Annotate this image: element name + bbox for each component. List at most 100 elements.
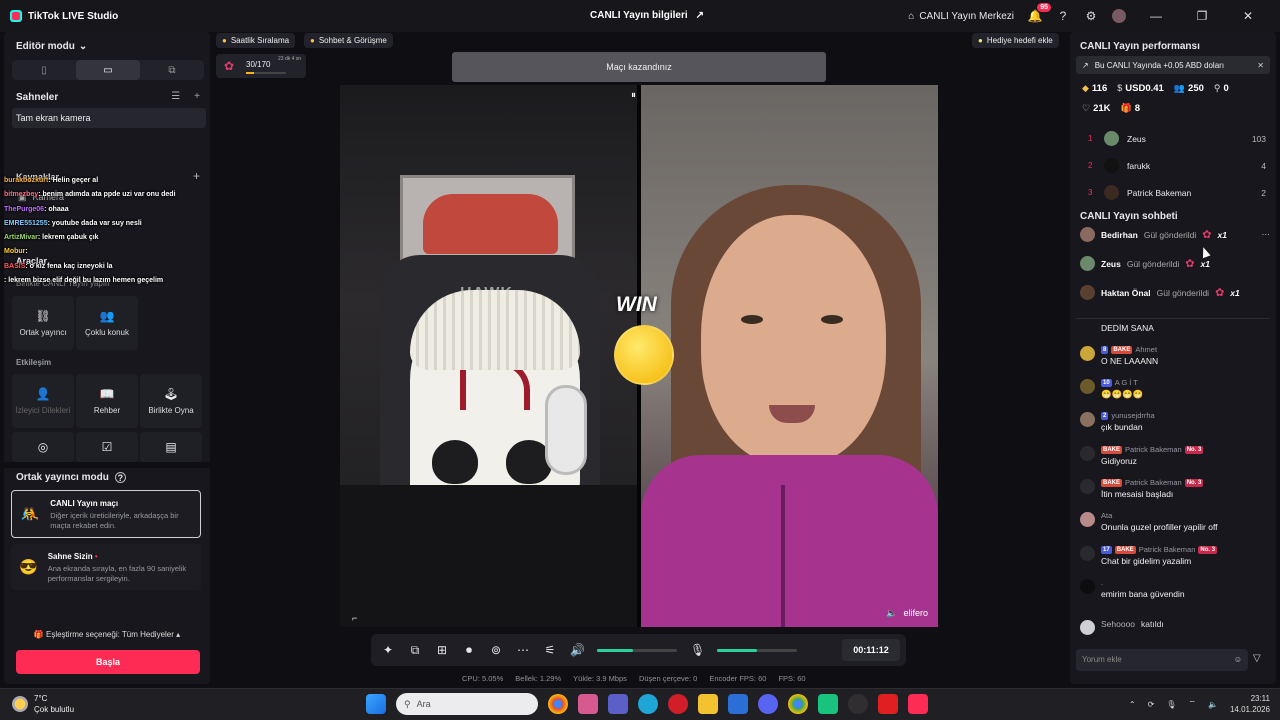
list-icon[interactable]: ☰	[171, 91, 180, 102]
earnings-banner: ↗ Bu CANLI Yayında +0.05 ABD doları ✕	[1076, 56, 1270, 74]
volume-icon[interactable]: 🔊	[570, 643, 585, 657]
network-icon[interactable]: ⌔	[1188, 699, 1196, 709]
gear-icon[interactable]: ⚙	[1084, 9, 1098, 23]
send-icon[interactable]: ▽	[1253, 653, 1261, 664]
start-button[interactable]	[366, 694, 386, 714]
chat-message: BAKE Patrick Bakeman No. 3 Gidiyoruz	[1080, 445, 1270, 466]
match-option-dropdown[interactable]: 🎁 Eşleştirme seçeneği: Tüm Hediyeler ▴	[4, 630, 210, 639]
app-green-icon[interactable]	[818, 694, 838, 714]
dual-mode-tab[interactable]: ⧉	[140, 60, 204, 80]
stat-gifts: 🎁 8	[1120, 103, 1141, 114]
mic-toggle-icon[interactable]: 🎙	[690, 643, 705, 657]
stage-yours-card[interactable]: 😎 Sahne Sizin • Ana ekranda sırayla, en …	[11, 544, 201, 590]
chrome-alt-icon[interactable]	[788, 694, 808, 714]
viewer-wishes-tool-button[interactable]: 👤 İzleyici Dilekleri	[12, 374, 74, 428]
editor-mode-dropdown[interactable]: Editör modu ⌄	[16, 41, 87, 52]
live-center-button[interactable]: ⌂ CANLI Yayın Merkezi	[908, 11, 1014, 22]
tool-poll-button[interactable]: ◎	[12, 432, 74, 462]
layout-icon[interactable]: ⊞	[435, 643, 449, 657]
jacket	[641, 455, 938, 627]
tool-box-button[interactable]: ▤	[140, 432, 202, 462]
avatar[interactable]	[1112, 9, 1126, 23]
chevron-up-icon[interactable]: ⌃	[1129, 700, 1136, 709]
multi-guest-tool-button[interactable]: 👥 Çoklu konuk	[76, 296, 138, 350]
hourly-ranking-chip[interactable]: ● Saatlik Sıralama	[216, 33, 296, 48]
gifter-score: 103	[1251, 133, 1266, 144]
gift-count: x1	[1217, 229, 1227, 240]
chat-message-text: Onunla guzel profiller yapilir off	[1101, 522, 1218, 532]
maximize-button[interactable]: ❐	[1186, 9, 1218, 23]
help-circle-icon[interactable]: ?	[114, 472, 126, 483]
top-gifter-row[interactable]: 3 Patrick Bakeman 2	[1088, 185, 1266, 200]
speaker-icon: 🔈	[886, 608, 898, 618]
rank-number: 2	[1088, 161, 1093, 170]
file-explorer-icon[interactable]	[698, 694, 718, 714]
share-icon[interactable]: ↗	[696, 10, 704, 21]
overlay-chat-text: : o kız fena kaç izneyoki la	[25, 262, 113, 270]
tiktok-studio-icon[interactable]	[908, 694, 928, 714]
more-icon[interactable]: ⋯	[516, 643, 530, 657]
photos-icon[interactable]	[578, 694, 598, 714]
volume-slider[interactable]	[597, 648, 677, 652]
stat-likes: ♡ 21K	[1082, 103, 1111, 114]
gift-count: x1	[1200, 258, 1210, 269]
mic-slider[interactable]	[717, 648, 797, 652]
live-info-title[interactable]: CANLI Yayın bilgileri ↗	[590, 10, 704, 21]
sync-icon[interactable]: ⟳	[1148, 700, 1155, 709]
emoji-icon[interactable]: ☺	[1234, 649, 1242, 671]
pause-icon[interactable]: ⏸	[631, 90, 636, 101]
bell-icon[interactable]: 🔔 95	[1028, 3, 1051, 23]
opera-icon[interactable]	[668, 694, 688, 714]
chat-message-text: emirim bana güvendin	[1101, 589, 1185, 599]
chat-username: A G İ T	[1114, 378, 1138, 387]
help-icon[interactable]: ?	[1056, 9, 1070, 23]
start-button[interactable]: Başla	[16, 650, 200, 674]
overlay-chat-line: : lekrem bizse elif değil bu lazım hemen…	[4, 274, 214, 288]
guide-tool-button[interactable]: 📖 Rehber	[76, 374, 138, 428]
landscape-mode-tab[interactable]: ▭	[76, 60, 140, 80]
scene-item-fullscreen-camera[interactable]: Tam ekran kamera	[12, 108, 206, 128]
mic-tray-icon[interactable]: 🎙	[1166, 700, 1176, 709]
rose-icon: ✿	[1202, 229, 1212, 241]
chat-call-chip[interactable]: ● Sohbet & Görüşme	[304, 33, 393, 48]
magic-wand-icon[interactable]: ✦	[381, 643, 395, 657]
gift-goal-chip[interactable]: ● Hediye hedefi ekle	[972, 33, 1059, 48]
chat-message-text: Chat bir gidelim yazalim	[1101, 556, 1192, 566]
portrait-mode-tab[interactable]: ▯	[12, 60, 76, 80]
live-match-card[interactable]: 🤼 CANLI Yayın maçı Diğer içerik üreticil…	[11, 490, 201, 538]
cohost-tool-button[interactable]: ⛓ Ortak yayıncı	[12, 296, 74, 350]
rank-number: 1	[1088, 134, 1093, 143]
gifter-name: Zeus	[1127, 133, 1146, 144]
top-gifter-row[interactable]: 1 Zeus 103	[1088, 131, 1266, 146]
chat-username: Patrick Bakeman	[1125, 445, 1182, 454]
youtube-icon[interactable]	[878, 694, 898, 714]
chrome-icon[interactable]	[548, 694, 568, 714]
more-options-icon[interactable]: ⋯	[1262, 229, 1271, 240]
store-icon[interactable]	[728, 694, 748, 714]
settings-sliders-icon[interactable]: ⚟	[543, 643, 557, 657]
teams-icon[interactable]	[608, 694, 628, 714]
record-icon[interactable]: ⏺	[462, 643, 476, 658]
discord-icon[interactable]	[758, 694, 778, 714]
close-icon[interactable]: ✕	[1257, 61, 1264, 70]
play-together-tool-button[interactable]: 🕹 Birlikte Oyna	[140, 374, 202, 428]
overlay-chat-text: :	[25, 248, 28, 256]
obs-icon[interactable]	[848, 694, 868, 714]
minimize-button[interactable]: —	[1140, 9, 1172, 23]
gift-goal-progress[interactable]: ✿ 30/170 23 dk 4 sn	[216, 54, 306, 78]
chat-message-text: 😁😁😁😁	[1101, 389, 1144, 399]
win-banner: Maçı kazandınız	[452, 52, 826, 82]
comment-input[interactable]: Yorum ekle ☺	[1076, 649, 1248, 671]
add-scene-icon[interactable]: +	[194, 91, 200, 102]
search-box[interactable]: ⚲ Ara	[396, 693, 538, 715]
speaker-tray-icon[interactable]: 🔈	[1208, 700, 1218, 709]
close-button[interactable]: ✕	[1232, 9, 1264, 23]
camera-switch-icon[interactable]: ⊚	[489, 643, 503, 657]
clock[interactable]: 23:11 14.01.2026	[1230, 693, 1270, 715]
weather-widget[interactable]: 7°C Çok bulutlu	[12, 693, 74, 715]
top-gifter-row[interactable]: 2 farukk 4	[1088, 158, 1266, 173]
match-icon: 🤼	[20, 506, 40, 523]
screen-add-icon[interactable]: ⧉	[408, 643, 422, 658]
edge-icon[interactable]	[638, 694, 658, 714]
tool-check-button[interactable]: ☑	[76, 432, 138, 462]
